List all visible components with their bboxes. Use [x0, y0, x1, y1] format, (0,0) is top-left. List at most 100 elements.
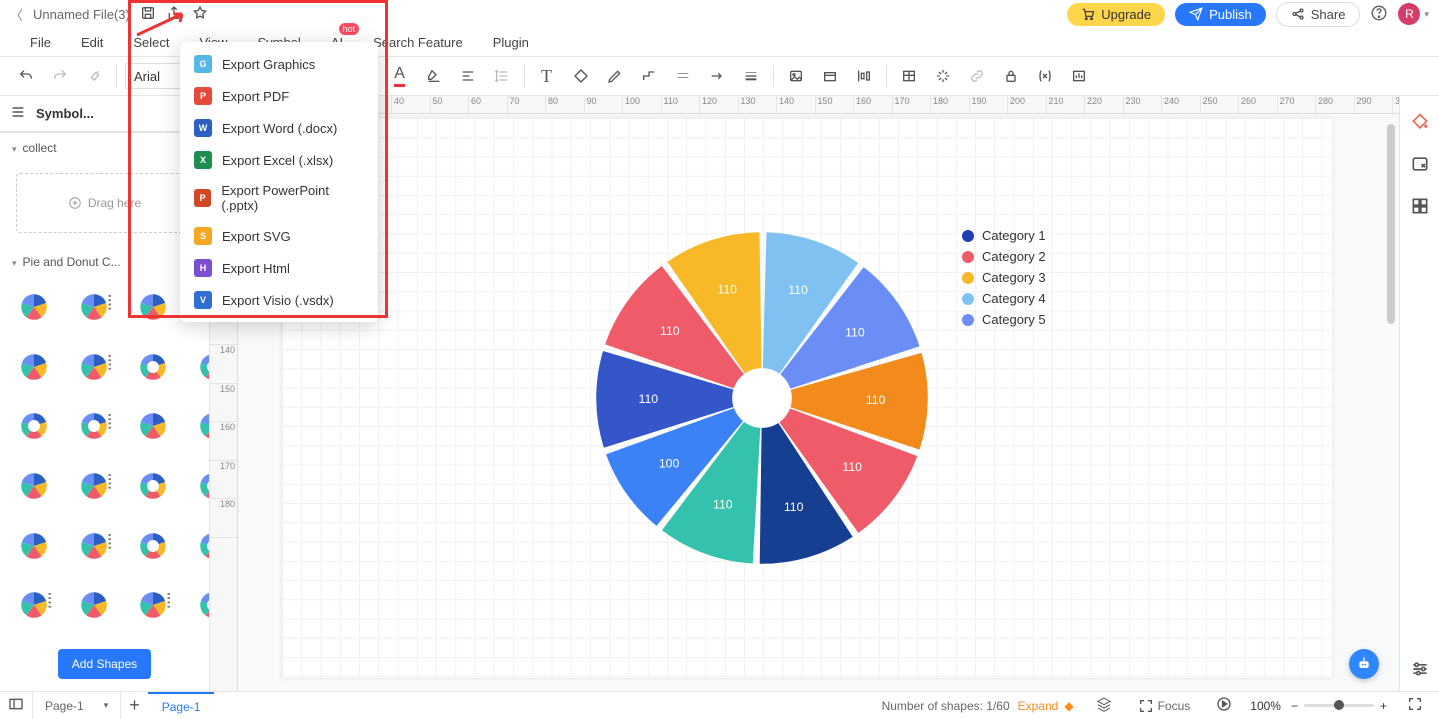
chevron-down-icon: ▾	[1424, 9, 1429, 20]
export-export-powerpoint-pptx-[interactable]: PExport PowerPoint (.pptx)	[180, 176, 378, 220]
svg-text:100: 100	[659, 456, 680, 470]
variables-button[interactable]	[1031, 62, 1059, 90]
shape-thumbnail[interactable]	[187, 341, 209, 393]
shape-thumbnail[interactable]	[127, 281, 179, 333]
shape-thumbnail[interactable]	[187, 579, 209, 631]
effects-button[interactable]	[929, 62, 957, 90]
shape-thumbnail[interactable]	[127, 400, 179, 452]
shape-thumbnail[interactable]	[68, 400, 120, 452]
save-icon[interactable]	[140, 5, 156, 24]
zoom-slider[interactable]	[1304, 704, 1374, 707]
shape-thumbnail[interactable]	[68, 579, 120, 631]
menu-plugin[interactable]: Plugin	[493, 35, 529, 50]
arrow-style-button[interactable]	[703, 62, 731, 90]
distribute-button[interactable]	[850, 62, 878, 90]
export-icon[interactable]	[166, 5, 182, 24]
page-layout-icon[interactable]	[0, 696, 32, 715]
account-menu[interactable]: R ▾	[1398, 3, 1429, 25]
assistant-button[interactable]	[1349, 649, 1379, 679]
shape-thumbnail[interactable]	[68, 520, 120, 572]
shape-thumbnail[interactable]	[187, 460, 209, 512]
back-chevron-icon[interactable]: 〈	[10, 5, 23, 24]
shape-thumbnail[interactable]	[68, 460, 120, 512]
shape-thumbnail[interactable]	[8, 520, 60, 572]
export-export-html[interactable]: HExport Html	[180, 252, 378, 284]
fill-panel-icon[interactable]	[1408, 110, 1432, 134]
menu-select[interactable]: Select	[133, 35, 169, 50]
undo-button[interactable]	[12, 62, 40, 90]
export-export-svg[interactable]: SExport SVG	[180, 220, 378, 252]
zoom-in-button[interactable]: +	[1380, 699, 1387, 713]
add-page-button[interactable]: +	[121, 695, 148, 716]
table-button[interactable]	[895, 62, 923, 90]
page-tab[interactable]: Page-1	[148, 692, 215, 719]
shape-thumbnail[interactable]	[127, 341, 179, 393]
line-weight-button[interactable]	[737, 62, 765, 90]
shape-thumbnail[interactable]	[68, 341, 120, 393]
shape-thumbnail[interactable]	[8, 341, 60, 393]
expand-link[interactable]: Expand	[1018, 699, 1059, 713]
align-button[interactable]	[454, 62, 482, 90]
pen-tool-button[interactable]	[601, 62, 629, 90]
shapes-count-label: Number of shapes: 1/60	[882, 699, 1010, 713]
shape-thumbnail[interactable]	[187, 400, 209, 452]
line-spacing-button[interactable]	[488, 62, 516, 90]
fullscreen-button[interactable]	[1399, 696, 1431, 715]
shape-thumbnail[interactable]	[8, 281, 60, 333]
canvas-page[interactable]: 110110110110110110110100110110 Category …	[282, 118, 1332, 678]
menu-search-feature[interactable]: Search Feature	[373, 35, 463, 50]
upgrade-button[interactable]: Upgrade	[1067, 3, 1165, 26]
shape-thumbnail[interactable]	[127, 460, 179, 512]
link-button[interactable]	[963, 62, 991, 90]
highlight-button[interactable]	[420, 62, 448, 90]
export-export-pdf[interactable]: PExport PDF	[180, 80, 378, 112]
page-select[interactable]: Page-1▾	[32, 692, 121, 719]
shape-thumbnail[interactable]	[8, 400, 60, 452]
shape-thumbnail[interactable]	[8, 460, 60, 512]
star-icon[interactable]	[192, 5, 208, 24]
sidebar: Symbol... collect Drag here Pie and Donu…	[0, 96, 210, 691]
file-type-icon: G	[194, 55, 212, 73]
presentation-button[interactable]	[1208, 696, 1240, 715]
export-export-graphics[interactable]: GExport Graphics	[180, 48, 378, 80]
image-button[interactable]	[782, 62, 810, 90]
shape-thumbnail[interactable]	[187, 520, 209, 572]
shape-thumbnail[interactable]	[127, 579, 179, 631]
menu-file[interactable]: File	[30, 35, 51, 50]
format-painter-button[interactable]	[80, 62, 108, 90]
apps-panel-icon[interactable]	[1408, 194, 1432, 218]
layers-panel-icon[interactable]	[1408, 152, 1432, 176]
connector-button[interactable]	[635, 62, 663, 90]
drag-here-box[interactable]: Drag here	[16, 173, 193, 233]
layers-icon[interactable]	[1088, 696, 1120, 715]
zoom-out-button[interactable]: −	[1291, 699, 1298, 713]
publish-button[interactable]: Publish	[1175, 3, 1266, 26]
section-collect[interactable]: collect	[0, 133, 209, 163]
share-label: Share	[1311, 7, 1346, 22]
menu-edit[interactable]: Edit	[81, 35, 103, 50]
export-export-word-docx-[interactable]: WExport Word (.docx)	[180, 112, 378, 144]
text-tool-button[interactable]: T	[533, 62, 561, 90]
vertical-scrollbar[interactable]	[1387, 124, 1395, 324]
fill-button[interactable]	[567, 62, 595, 90]
chart-insert-button[interactable]	[1065, 62, 1093, 90]
export-export-excel-xlsx-[interactable]: XExport Excel (.xlsx)	[180, 144, 378, 176]
zoom-value[interactable]: 100%	[1250, 699, 1281, 713]
export-export-visio-vsdx-[interactable]: VExport Visio (.vsdx)	[180, 284, 378, 316]
section-pie[interactable]: Pie and Donut C...	[0, 247, 209, 277]
help-icon[interactable]	[1370, 4, 1388, 25]
share-button[interactable]: Share	[1276, 2, 1361, 27]
container-button[interactable]	[816, 62, 844, 90]
font-color-button[interactable]: A	[386, 62, 414, 90]
add-shapes-button[interactable]: Add Shapes	[58, 649, 151, 679]
legend-swatch	[962, 251, 974, 263]
shape-thumbnail[interactable]	[68, 281, 120, 333]
settings-panel-icon[interactable]	[1408, 657, 1432, 681]
lock-button[interactable]	[997, 62, 1025, 90]
redo-button[interactable]	[46, 62, 74, 90]
line-style-button[interactable]	[669, 62, 697, 90]
shape-thumbnail[interactable]	[127, 520, 179, 572]
pie-chart[interactable]: 110110110110110110110100110110	[582, 218, 942, 578]
focus-button[interactable]: Focus	[1130, 698, 1199, 714]
shape-thumbnail[interactable]	[8, 579, 60, 631]
